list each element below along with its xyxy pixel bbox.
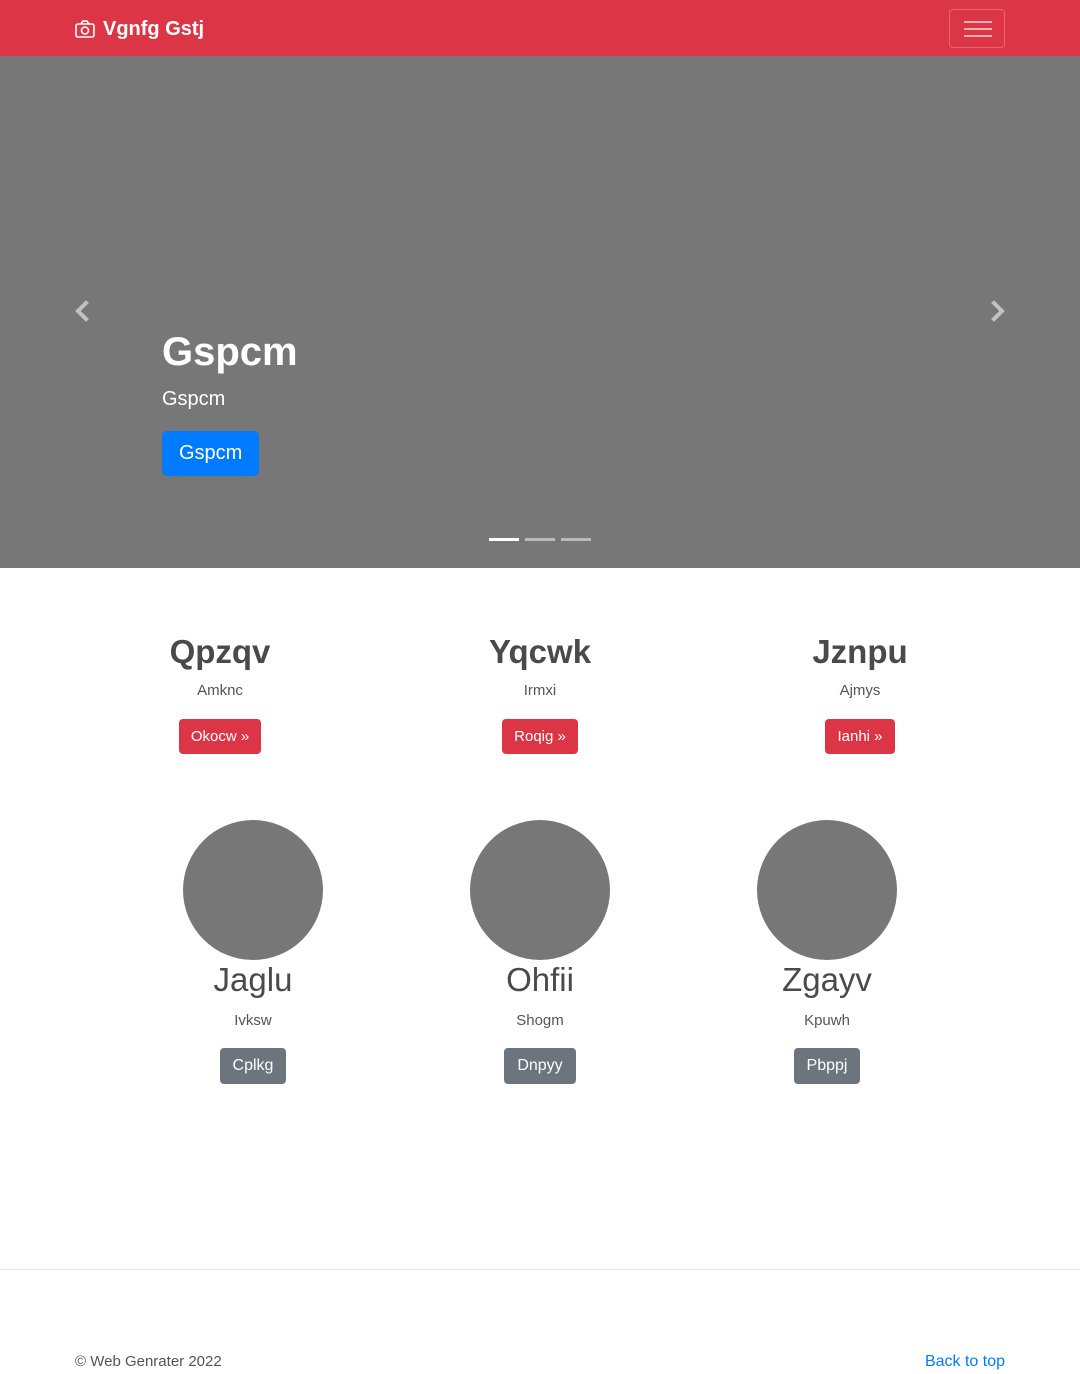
- footer-divider: [0, 1269, 1080, 1270]
- hamburger-icon: [964, 21, 992, 37]
- feature-heading: Jznpu: [812, 633, 908, 670]
- feature-column: Qpzqv Amknc Okocw »: [120, 632, 320, 754]
- profile-heading: Ohfii: [506, 961, 574, 998]
- feature-button[interactable]: Okocw »: [178, 718, 262, 754]
- avatar: [183, 820, 323, 960]
- carousel-indicator-3[interactable]: [561, 538, 591, 541]
- hero-carousel: Gspcm Gspcm Gspcm: [0, 56, 1080, 568]
- feature-heading: Qpzqv: [169, 633, 271, 670]
- carousel-indicators: [489, 538, 591, 541]
- feature-column: Jznpu Ajmys Ianhi »: [760, 632, 960, 754]
- brand-link[interactable]: Vgnfg Gstj: [75, 16, 204, 42]
- profile-column: Jaglu Ivksw Cplkg: [133, 820, 373, 1084]
- navbar: Vgnfg Gstj: [0, 0, 1080, 56]
- feature-text: Irmxi: [523, 681, 557, 699]
- profile-text: Kpuwh: [804, 1011, 850, 1029]
- carousel-caption: Gspcm Gspcm Gspcm: [162, 328, 298, 476]
- profile-text: Shogm: [516, 1011, 564, 1029]
- slide-cta-button[interactable]: Gspcm: [162, 431, 260, 476]
- feature-button[interactable]: Ianhi »: [825, 718, 895, 754]
- camera-icon: [75, 20, 95, 38]
- profile-column: Ohfii Shogm Dnpyy: [420, 820, 660, 1084]
- carousel-indicator-1[interactable]: [489, 538, 519, 541]
- profile-text: Ivksw: [234, 1011, 272, 1029]
- carousel-next-button[interactable]: [983, 296, 1013, 326]
- carousel-indicator-2[interactable]: [525, 538, 555, 541]
- profile-button[interactable]: Pbppj: [793, 1047, 861, 1084]
- menu-toggle-button[interactable]: [949, 9, 1005, 48]
- feature-button[interactable]: Roqig »: [502, 718, 578, 754]
- profile-button[interactable]: Dnpyy: [504, 1047, 576, 1084]
- back-to-top-link[interactable]: Back to top: [925, 1353, 1005, 1371]
- feature-text: Ajmys: [839, 681, 881, 699]
- copyright-text: © Web Genrater 2022: [75, 1353, 222, 1370]
- profile-column: Zgayv Kpuwh Pbppj: [707, 820, 947, 1084]
- profile-button[interactable]: Cplkg: [219, 1047, 287, 1084]
- carousel-prev-button[interactable]: [67, 296, 97, 326]
- profile-heading: Jaglu: [213, 961, 293, 998]
- feature-heading: Yqcwk: [488, 633, 592, 670]
- avatar: [470, 820, 610, 960]
- chevron-left-icon: [75, 300, 89, 322]
- feature-text: Amknc: [197, 681, 243, 699]
- brand-name: Vgnfg Gstj: [103, 17, 205, 40]
- chevron-right-icon: [991, 300, 1005, 322]
- avatar: [757, 820, 897, 960]
- profile-heading: Zgayv: [782, 961, 872, 998]
- feature-column: Yqcwk Irmxi Roqig »: [440, 632, 640, 754]
- slide-heading: Gspcm: [162, 330, 298, 374]
- slide-text: Gspcm: [162, 388, 226, 410]
